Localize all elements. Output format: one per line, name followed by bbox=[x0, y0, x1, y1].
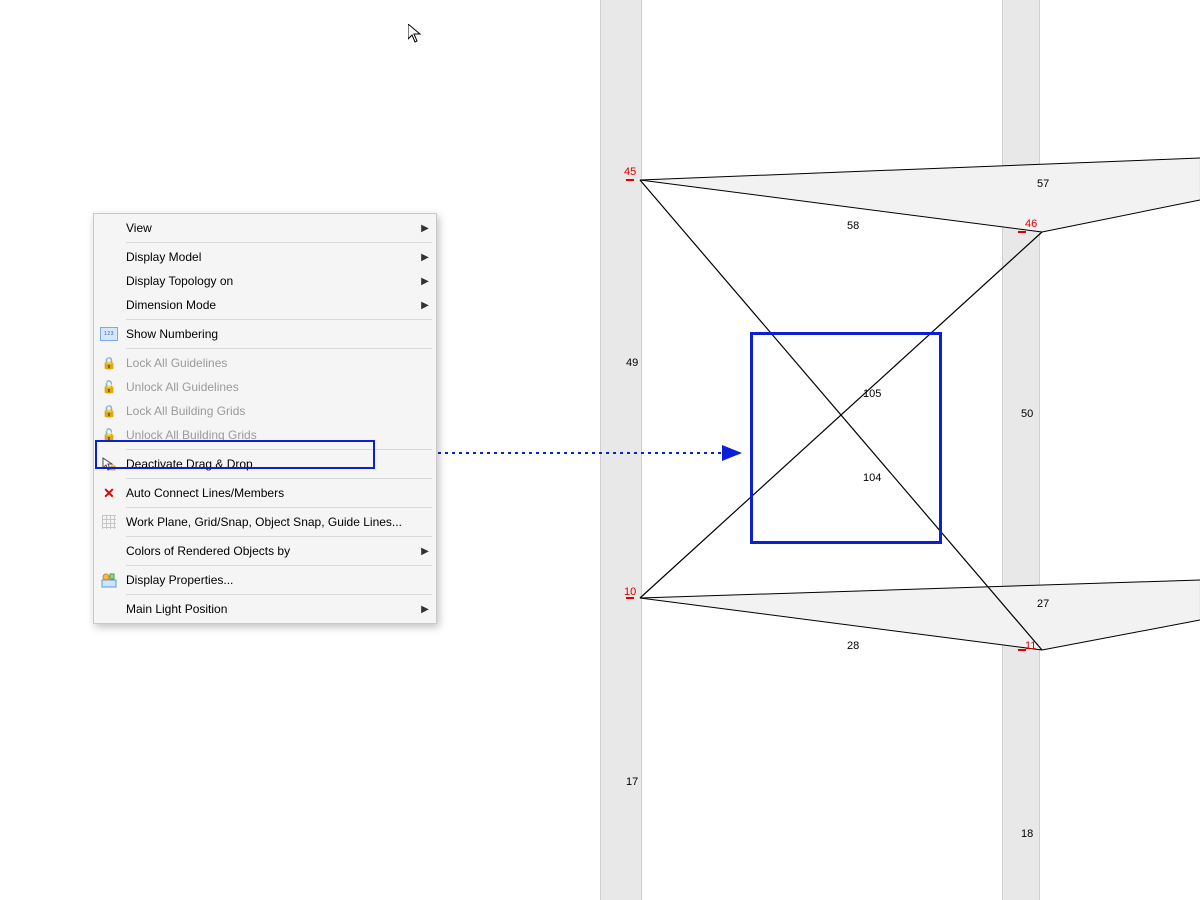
menu-separator bbox=[126, 478, 432, 479]
menu-display-topology[interactable]: Display Topology on ▶ bbox=[96, 269, 434, 293]
blank-icon bbox=[96, 246, 122, 268]
menu-separator bbox=[126, 565, 432, 566]
properties-icon bbox=[96, 569, 122, 591]
menu-separator bbox=[126, 449, 432, 450]
menu-unlock-guidelines: 🔓 Unlock All Guidelines bbox=[96, 375, 434, 399]
submenu-arrow-icon: ▶ bbox=[416, 276, 434, 287]
x-icon: ✕ bbox=[96, 482, 122, 504]
menu-separator bbox=[126, 507, 432, 508]
menu-separator bbox=[126, 242, 432, 243]
menu-work-plane-label: Work Plane, Grid/Snap, Object Snap, Guid… bbox=[122, 515, 434, 529]
app-stage: 45 46 10 11 49 50 17 18 57 58 27 28 105 … bbox=[0, 0, 1200, 900]
menu-display-model[interactable]: Display Model ▶ bbox=[96, 245, 434, 269]
menu-unlock-guidelines-label: Unlock All Guidelines bbox=[122, 380, 434, 394]
menu-unlock-grids: 🔓 Unlock All Building Grids bbox=[96, 423, 434, 447]
menu-colors-by-label: Colors of Rendered Objects by bbox=[122, 544, 416, 558]
submenu-arrow-icon: ▶ bbox=[416, 604, 434, 615]
menu-dimension-mode-label: Dimension Mode bbox=[122, 298, 416, 312]
blank-icon bbox=[96, 598, 122, 620]
node-label-11: 11 bbox=[1024, 640, 1037, 652]
menu-auto-connect[interactable]: ✕ Auto Connect Lines/Members bbox=[96, 481, 434, 505]
menu-main-light-label: Main Light Position bbox=[122, 602, 416, 616]
node-marker-46[interactable] bbox=[1018, 231, 1026, 233]
menu-deactivate-drag-drop[interactable]: Deactivate Drag & Drop bbox=[96, 452, 434, 476]
node-marker-45[interactable] bbox=[626, 179, 634, 181]
menu-separator bbox=[126, 536, 432, 537]
cursor-icon bbox=[96, 453, 122, 475]
menu-deactivate-dnd-label: Deactivate Drag & Drop bbox=[122, 457, 434, 471]
menu-display-props-label: Display Properties... bbox=[122, 573, 434, 587]
menu-show-numbering[interactable]: 123 Show Numbering bbox=[96, 322, 434, 346]
submenu-arrow-icon: ▶ bbox=[416, 546, 434, 557]
menu-separator bbox=[126, 319, 432, 320]
blank-icon bbox=[96, 294, 122, 316]
member-label-50: 50 bbox=[1020, 408, 1034, 420]
menu-dimension-mode[interactable]: Dimension Mode ▶ bbox=[96, 293, 434, 317]
menu-auto-connect-label: Auto Connect Lines/Members bbox=[122, 486, 434, 500]
menu-separator bbox=[126, 348, 432, 349]
blank-icon bbox=[96, 540, 122, 562]
menu-separator bbox=[126, 594, 432, 595]
menu-display-model-label: Display Model bbox=[122, 250, 416, 264]
node-label-46: 46 bbox=[1024, 218, 1038, 230]
member-label-104: 104 bbox=[862, 472, 882, 484]
numbering-icon: 123 bbox=[96, 323, 122, 345]
menu-lock-grids: 🔒 Lock All Building Grids bbox=[96, 399, 434, 423]
submenu-arrow-icon: ▶ bbox=[416, 252, 434, 263]
submenu-arrow-icon: ▶ bbox=[416, 300, 434, 311]
menu-main-light[interactable]: Main Light Position ▶ bbox=[96, 597, 434, 621]
menu-view[interactable]: View ▶ bbox=[96, 216, 434, 240]
blank-icon bbox=[96, 270, 122, 292]
grid-icon bbox=[96, 511, 122, 533]
member-label-28: 28 bbox=[846, 640, 860, 652]
unlock-icon: 🔓 bbox=[96, 376, 122, 398]
menu-colors-by[interactable]: Colors of Rendered Objects by ▶ bbox=[96, 539, 434, 563]
member-label-105: 105 bbox=[862, 388, 882, 400]
context-menu: View ▶ Display Model ▶ Display Topology … bbox=[93, 213, 437, 624]
menu-lock-grids-label: Lock All Building Grids bbox=[122, 404, 434, 418]
mouse-cursor-icon bbox=[408, 24, 422, 44]
column-left bbox=[600, 0, 642, 900]
menu-lock-guidelines: 🔒 Lock All Guidelines bbox=[96, 351, 434, 375]
menu-display-properties[interactable]: Display Properties... bbox=[96, 568, 434, 592]
column-right bbox=[1002, 0, 1040, 900]
menu-view-label: View bbox=[122, 221, 416, 235]
highlight-canvas-box bbox=[750, 332, 942, 544]
member-label-17: 17 bbox=[625, 776, 639, 788]
menu-work-plane[interactable]: Work Plane, Grid/Snap, Object Snap, Guid… bbox=[96, 510, 434, 534]
menu-lock-guidelines-label: Lock All Guidelines bbox=[122, 356, 434, 370]
member-label-57: 57 bbox=[1036, 178, 1050, 190]
unlock-icon: 🔓 bbox=[96, 424, 122, 446]
menu-display-topology-label: Display Topology on bbox=[122, 274, 416, 288]
lock-icon: 🔒 bbox=[96, 352, 122, 374]
lock-icon: 🔒 bbox=[96, 400, 122, 422]
member-label-49: 49 bbox=[625, 357, 639, 369]
menu-unlock-grids-label: Unlock All Building Grids bbox=[122, 428, 434, 442]
menu-show-numbering-label: Show Numbering bbox=[122, 327, 434, 341]
node-label-45: 45 bbox=[623, 166, 637, 178]
blank-icon bbox=[96, 217, 122, 239]
member-label-58: 58 bbox=[846, 220, 860, 232]
member-label-27: 27 bbox=[1036, 598, 1050, 610]
submenu-arrow-icon: ▶ bbox=[416, 223, 434, 234]
member-label-18: 18 bbox=[1020, 828, 1034, 840]
node-label-10: 10 bbox=[623, 586, 637, 598]
